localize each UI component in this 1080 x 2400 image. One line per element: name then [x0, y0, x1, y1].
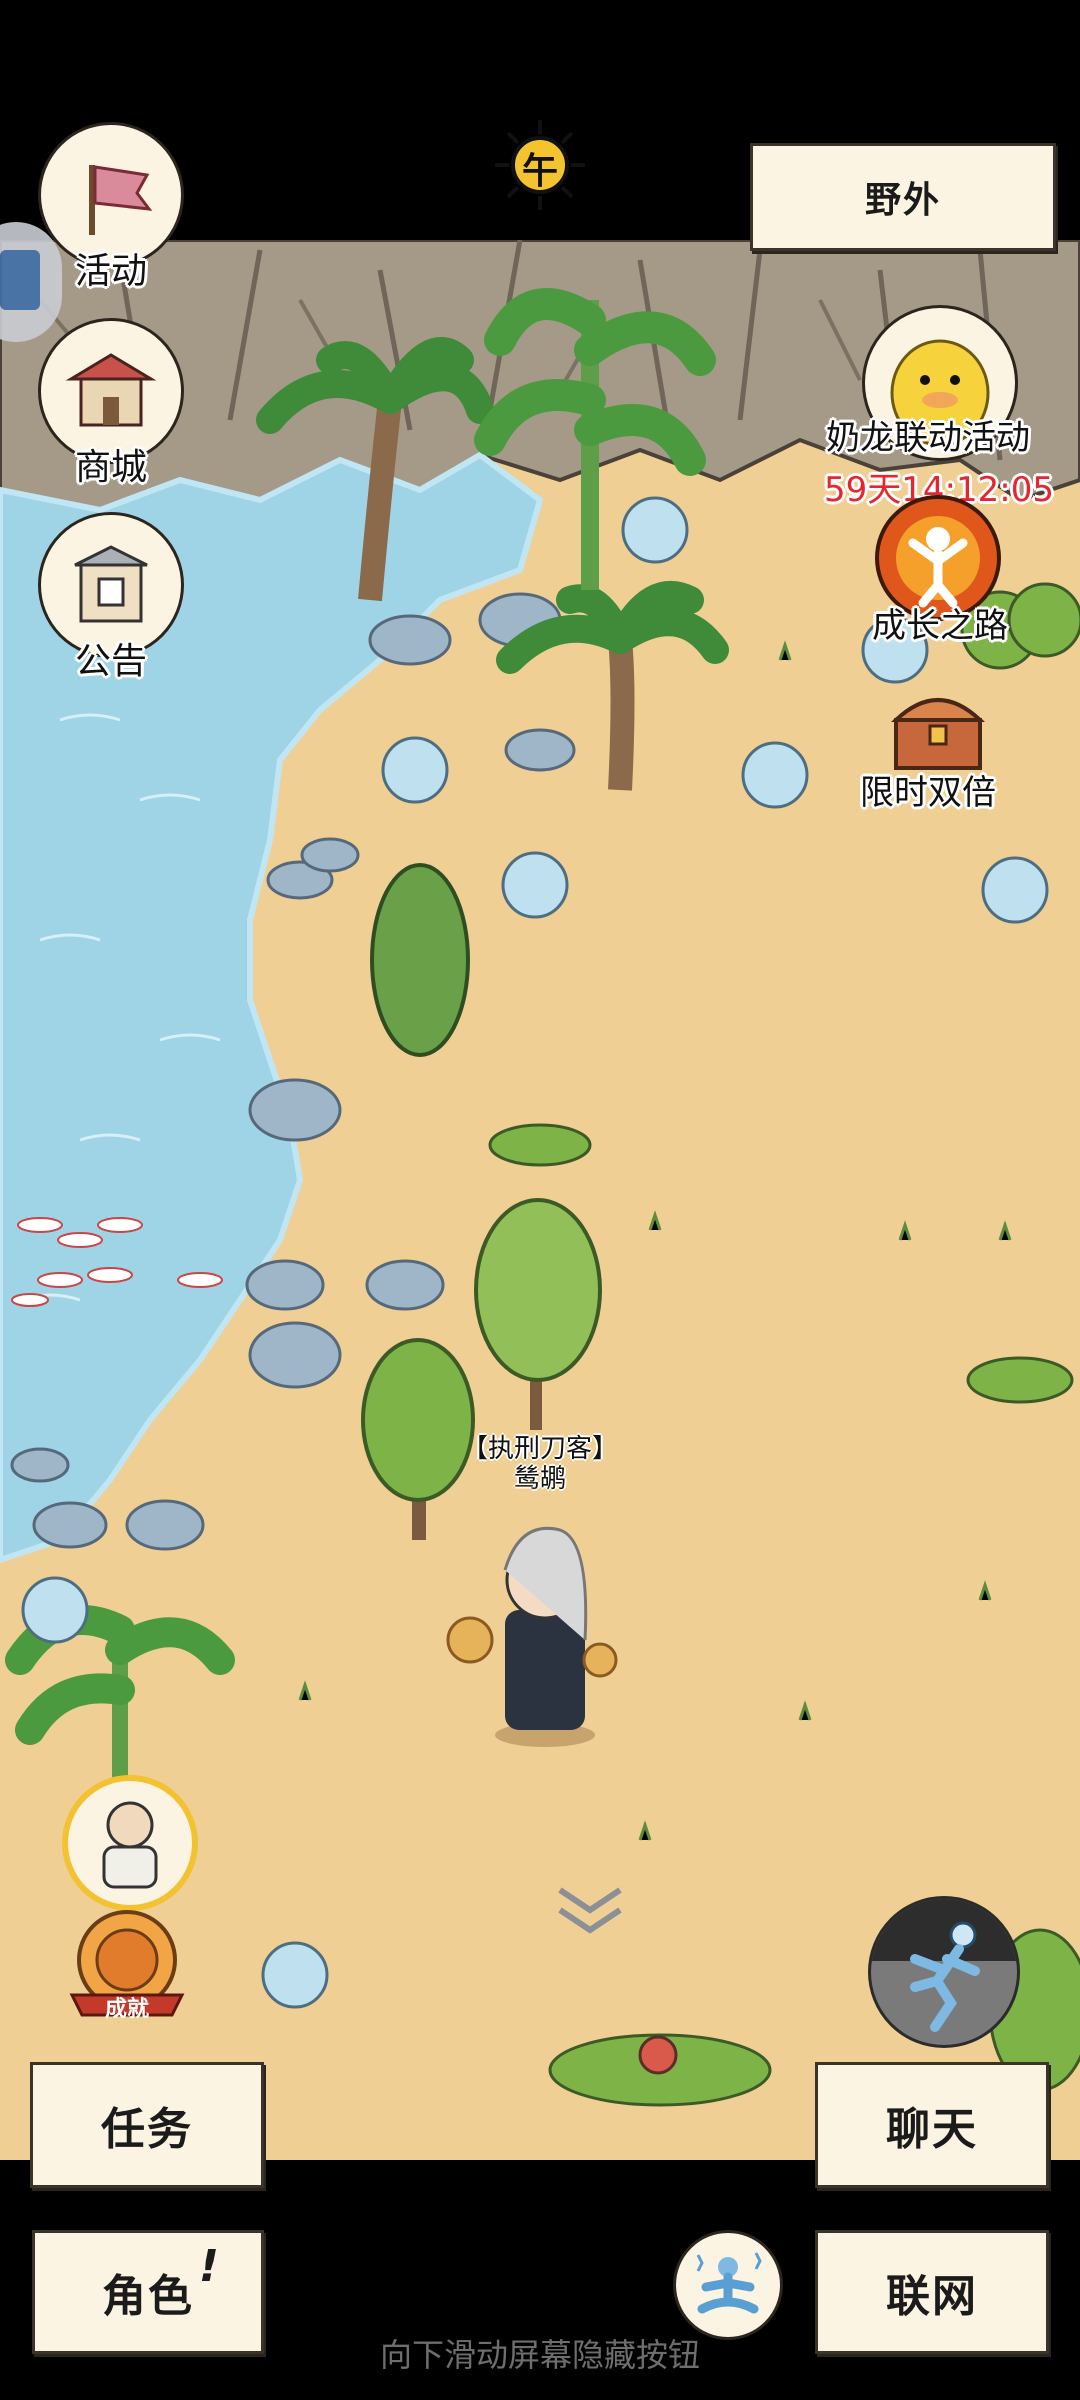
- achievement-badge[interactable]: 成就: [62, 1905, 192, 2025]
- menu-activity[interactable]: 活动: [38, 122, 184, 294]
- swipe-hint-text: 向下滑动屏幕隐藏按钮: [379, 2336, 700, 2374]
- meditation-button[interactable]: [673, 2230, 783, 2340]
- tasks-button[interactable]: 任务: [30, 2062, 264, 2188]
- menu-shop-label: 商城: [74, 447, 147, 488]
- grass-tufts: [298, 640, 1012, 1841]
- running-figure-icon: [910, 1921, 980, 2032]
- time-of-day-sun-icon[interactable]: 午: [495, 120, 585, 210]
- game-screen: 【执刑刀客】 鸶鹕 午 野外 活动 商城 公告 奶龙联动活动 59天14:12:…: [0, 0, 1080, 2400]
- sprint-button[interactable]: [868, 1896, 1020, 2048]
- menu-notice-label: 公告: [74, 641, 147, 682]
- character-name: 鸶鹕: [513, 1464, 566, 1494]
- event-label[interactable]: 奶龙联动活动: [826, 410, 1030, 459]
- role-alert-indicator: !: [198, 2241, 221, 2292]
- menu-notice[interactable]: 公告: [38, 512, 184, 684]
- menu-activity-label: 活动: [74, 251, 147, 292]
- leafy-tree-1: [474, 1198, 602, 1430]
- achievement-label: 成就: [104, 1997, 149, 2022]
- chat-button[interactable]: 聊天: [815, 2062, 1049, 2188]
- location-button[interactable]: 野外: [750, 143, 1056, 251]
- app-e-icon: [0, 250, 40, 310]
- npc-monk-avatar[interactable]: [62, 1775, 198, 1911]
- growth-label[interactable]: 成长之路: [872, 598, 1008, 647]
- red-flower: [638, 2035, 678, 2075]
- meditation-icon: [696, 2252, 762, 2314]
- banana-plant-left: [5, 1605, 235, 1800]
- chevron-down-icon: [558, 1887, 622, 1934]
- cypress-tree: [370, 863, 470, 1057]
- player-character: [446, 1526, 618, 1747]
- menu-shop[interactable]: 商城: [38, 318, 184, 490]
- double-label[interactable]: 限时双倍: [860, 765, 996, 814]
- time-badge-text: 午: [521, 151, 558, 192]
- role-button-label: 角色: [102, 2271, 194, 2322]
